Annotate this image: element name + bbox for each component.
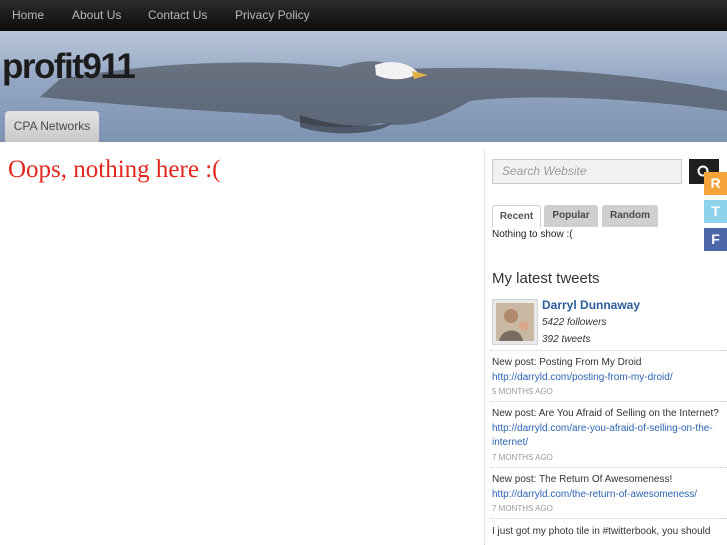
tweet-divider: [490, 467, 727, 468]
facebook-icon[interactable]: F: [704, 228, 727, 251]
tab-content-text: Nothing to show :(: [492, 229, 573, 240]
tweets-count: 392 tweets: [542, 334, 591, 345]
tweet-link[interactable]: http://darryld.com/are-you-afraid-of-sel…: [492, 423, 713, 434]
tweet-text: New post: The Return Of Awesomeness!: [492, 474, 673, 485]
tweet-divider: [490, 518, 727, 519]
tweet-divider: [490, 350, 727, 351]
site-title[interactable]: profit911: [2, 47, 136, 87]
avatar[interactable]: [492, 299, 538, 345]
not-found-heading: Oops, nothing here :(: [8, 156, 221, 183]
nav-contact-link[interactable]: Contact Us: [148, 8, 207, 22]
sidebar-divider: [484, 150, 485, 545]
nav-privacy-link[interactable]: Privacy Policy: [235, 8, 310, 22]
nav-about-link[interactable]: About Us: [72, 8, 121, 22]
search-input[interactable]: Search Website: [492, 159, 682, 184]
tweet-text: New post: Posting From My Droid: [492, 357, 642, 368]
tab-cpa-networks[interactable]: CPA Networks: [5, 111, 99, 142]
tab-random[interactable]: Random: [602, 205, 658, 227]
tweet-link[interactable]: http://darryld.com/posting-from-my-droid…: [492, 372, 673, 383]
avatar-photo: [496, 303, 534, 341]
tweet-timestamp[interactable]: 7 MONTHS AGO: [492, 453, 553, 462]
tab-recent[interactable]: Recent: [492, 205, 541, 228]
tweet-divider: [490, 401, 727, 402]
tweet-text: I just got my photo tile in #twitterbook…: [492, 526, 711, 537]
twitter-icon[interactable]: T: [704, 200, 727, 223]
rss-icon[interactable]: R: [704, 172, 727, 195]
tweet-link[interactable]: http://darryld.com/the-return-of-awesome…: [492, 489, 697, 500]
header-banner: profit911 CPA Networks: [0, 31, 727, 142]
profile-name-link[interactable]: Darryl Dunnaway: [542, 298, 640, 312]
tweet-timestamp[interactable]: 5 MONTHS AGO: [492, 387, 553, 396]
nav-home-link[interactable]: Home: [12, 8, 44, 22]
tweet-timestamp[interactable]: 7 MONTHS AGO: [492, 504, 553, 513]
tweet-link-continued[interactable]: internet/: [492, 437, 528, 448]
tab-popular[interactable]: Popular: [544, 205, 598, 227]
followers-count: 5422 followers: [542, 317, 607, 328]
tweet-text: New post: Are You Afraid of Selling on t…: [492, 408, 719, 419]
top-nav-bar: Home About Us Contact Us Privacy Policy: [0, 0, 727, 31]
tweets-heading: My latest tweets: [492, 270, 600, 287]
